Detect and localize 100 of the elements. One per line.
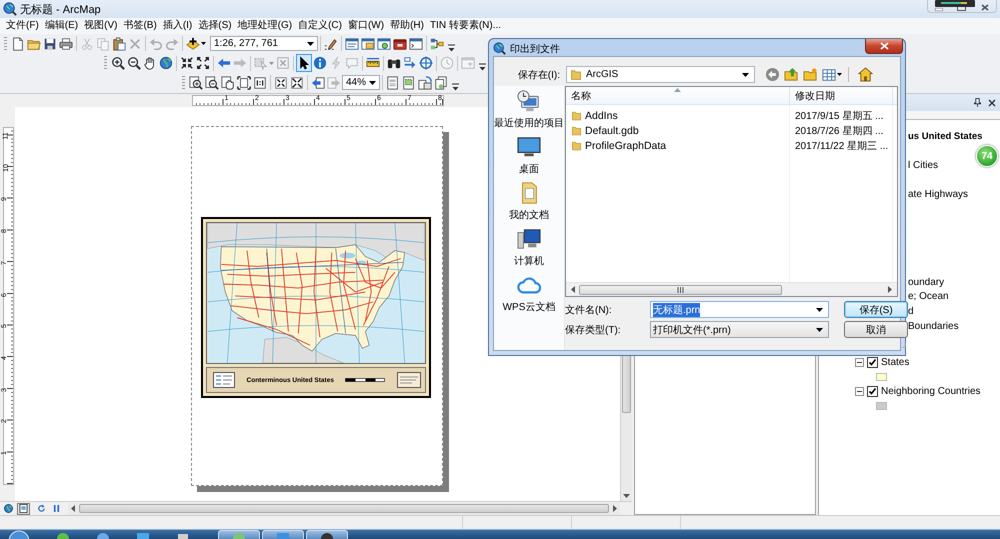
refresh-icon[interactable] [37, 504, 46, 513]
app-icon[interactable] [136, 531, 150, 539]
dropdown-arrow-icon[interactable] [369, 80, 376, 85]
layout-view-button[interactable] [17, 502, 30, 514]
scrollbar-thumb[interactable] [579, 284, 782, 294]
save-in-dropdown[interactable]: ArcGIS [566, 66, 755, 83]
toolbar-grip[interactable] [4, 36, 7, 51]
connected-boxes-icon [430, 36, 444, 51]
scale-field[interactable]: 1:26, 277, 761 [210, 36, 318, 52]
data-frame-label[interactable]: us United States [908, 130, 982, 142]
blank-page-button[interactable] [10, 34, 26, 53]
window-title: 无标题 - ArcMap [20, 2, 101, 16]
home-icon[interactable] [858, 67, 873, 82]
plus-diamond-icon [186, 36, 200, 51]
places-item[interactable]: 桌面 [494, 132, 564, 178]
layer-label[interactable]: oundary [908, 276, 944, 288]
page-hand-button[interactable] [220, 74, 236, 92]
resize-grip-icon[interactable] [899, 341, 906, 348]
scrollbar-thumb[interactable] [79, 504, 609, 513]
pointer-arrow-button[interactable] [296, 54, 312, 72]
taskbar-button[interactable] [306, 530, 348, 539]
menu-item[interactable]: 窗口(W) [344, 18, 388, 34]
data-view-button[interactable] [2, 502, 15, 514]
menu-item[interactable]: 地理处理(G) [234, 18, 296, 34]
cancel-button[interactable]: 取消 [844, 321, 908, 338]
menu-item[interactable]: 视图(V) [81, 18, 120, 34]
page-zoom-out-button[interactable] [204, 74, 220, 92]
places-item[interactable]: 我的文档 [494, 178, 564, 224]
app-icon[interactable] [56, 531, 70, 539]
page-stack-button[interactable] [433, 74, 450, 92]
right-arrow-icon[interactable] [888, 286, 892, 293]
overflow-caret-icon[interactable] [448, 44, 455, 52]
app-icon [320, 531, 334, 539]
zoom-out-button[interactable] [126, 54, 142, 72]
zoom-in-button[interactable] [110, 54, 126, 72]
layer-label[interactable]: l Cities [908, 160, 938, 171]
overflow-caret-icon[interactable] [479, 63, 486, 72]
save-button[interactable]: 保存(S) [844, 301, 908, 318]
layer-label[interactable]: d [908, 306, 914, 317]
column-header[interactable]: 修改日期 [790, 87, 893, 104]
layer-checkbox[interactable] [867, 386, 878, 397]
dropdown-arrow-icon[interactable] [816, 308, 823, 312]
menu-item[interactable]: 插入(I) [160, 18, 196, 34]
down-arrow-icon[interactable] [623, 494, 630, 498]
layer-label[interactable]: Neighboring Countries [881, 386, 981, 397]
menu-item[interactable]: 自定义(C) [295, 18, 345, 34]
file-list-row[interactable]: ProfileGraphData 2017/11/22 星期三 ... [566, 138, 897, 153]
toolbar-grip[interactable] [104, 56, 107, 70]
zoom-level-field[interactable]: 44% [342, 75, 380, 90]
horizontal-scrollbar[interactable] [68, 502, 620, 514]
menu-item[interactable]: 书签(B) [120, 18, 160, 34]
pin-icon[interactable] [974, 98, 981, 107]
toolbar-grip[interactable] [182, 76, 185, 90]
page-zoom-in-button[interactable] [188, 74, 204, 92]
menu-item[interactable]: 文件(F) [3, 18, 42, 34]
menu-item[interactable]: 帮助(H) [387, 18, 427, 34]
layer-checkbox[interactable] [867, 356, 878, 368]
dropdown-arrow-icon[interactable] [742, 72, 749, 76]
file-type-dropdown[interactable]: 打印机文件(*.prn) [650, 321, 829, 338]
app-icon[interactable] [96, 531, 110, 539]
scale-bar-icon [345, 376, 386, 384]
change-layout-button[interactable] [417, 74, 434, 92]
file-list-row[interactable]: AddIns 2017/9/15 星期五 ... [566, 108, 897, 123]
layer-label[interactable]: Boundaries [908, 320, 959, 332]
places-item[interactable]: WPS云文档 [494, 270, 564, 316]
places-item[interactable]: 最近使用的项目 [494, 86, 564, 132]
dropdown-arrow-icon[interactable] [307, 42, 314, 46]
view-menu-button[interactable] [822, 68, 842, 82]
dropdown-arrow-icon[interactable] [816, 328, 823, 332]
page-hand-icon [221, 76, 235, 90]
start-orb-icon[interactable] [8, 529, 30, 539]
app-icon[interactable] [176, 531, 190, 539]
pause-icon[interactable] [53, 505, 60, 512]
close-icon[interactable] [988, 98, 996, 106]
menu-item[interactable]: 编辑(E) [42, 18, 82, 34]
page-fit-button[interactable] [236, 74, 252, 92]
file-name-field[interactable]: 无标题.prn [650, 301, 829, 318]
globe-magnifier-icon [3, 2, 17, 16]
collapse-toggle[interactable] [855, 386, 864, 396]
left-arrow-icon[interactable] [71, 505, 75, 512]
places-item[interactable]: 计算机 [494, 224, 564, 270]
horizontal-scrollbar[interactable] [566, 282, 897, 296]
clipboard-button[interactable] [111, 34, 127, 53]
column-header[interactable]: 名称 [566, 87, 790, 104]
layer-label[interactable]: States [881, 356, 910, 368]
overflow-caret-icon[interactable] [452, 82, 460, 91]
right-arrow-icon[interactable] [613, 505, 617, 512]
collapse-toggle[interactable] [855, 358, 864, 367]
new-folder-icon[interactable] [803, 67, 818, 82]
close-icon[interactable] [980, 4, 989, 11]
layer-label[interactable]: e; Ocean [908, 291, 949, 302]
menu-item[interactable]: TIN 转要素(N)... [426, 18, 504, 34]
up-folder-icon[interactable] [784, 67, 799, 82]
menu-item[interactable]: 选择(S) [195, 18, 235, 34]
info-icon [313, 56, 327, 70]
close-button[interactable] [865, 39, 903, 54]
left-arrow-icon[interactable] [571, 286, 575, 293]
crosshair-button[interactable] [418, 54, 434, 72]
layer-label[interactable]: ate Highways [908, 189, 968, 200]
file-list-row[interactable]: Default.gdb 2018/7/26 星期四 ... [566, 123, 897, 138]
